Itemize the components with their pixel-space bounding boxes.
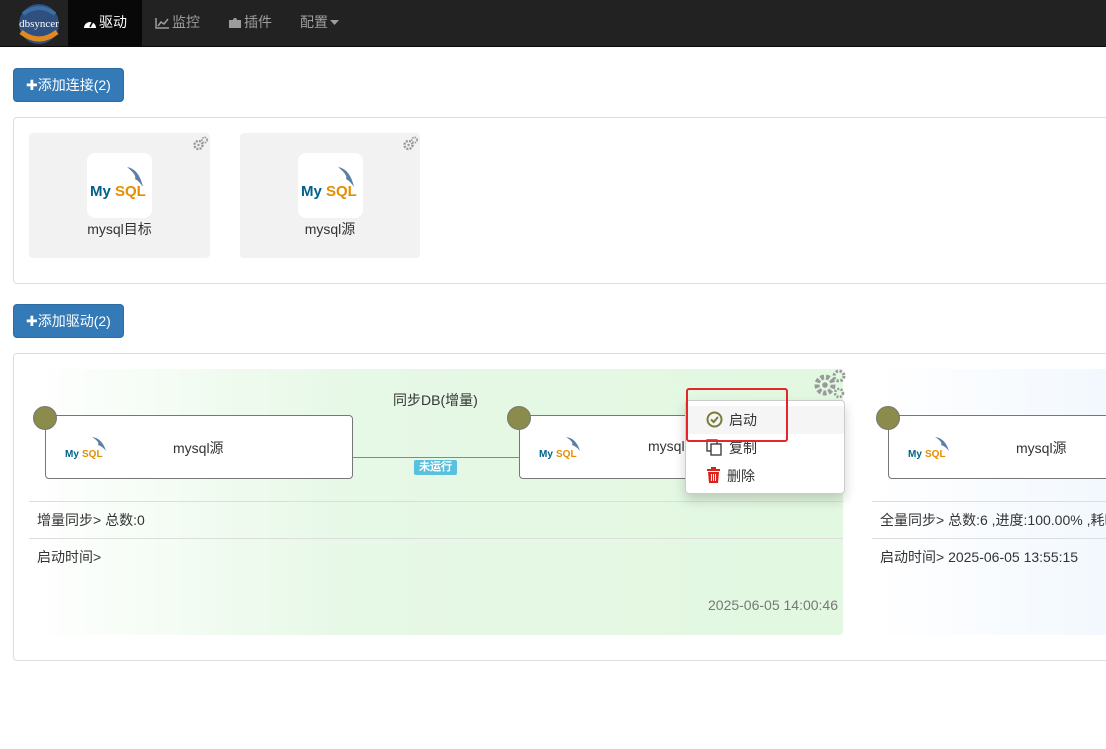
status-badge: 未运行 bbox=[414, 460, 457, 475]
menu-item-delete-label: 删除 bbox=[727, 468, 755, 484]
dashboard-icon bbox=[84, 20, 96, 28]
nav-plugins-label: 插件 bbox=[244, 14, 272, 30]
source-status-dot bbox=[33, 406, 57, 430]
mysql-logo: My SQL bbox=[539, 437, 580, 459]
connections-panel: My SQL mysql目标 My SQL mysql源 bbox=[13, 117, 1106, 284]
svg-text:My: My bbox=[65, 449, 79, 459]
target-status-dot bbox=[507, 406, 531, 430]
puzzle-icon bbox=[229, 18, 241, 28]
line-chart-icon bbox=[155, 18, 169, 29]
nav-config[interactable]: 配置 bbox=[285, 0, 356, 47]
svg-text:My: My bbox=[301, 183, 322, 200]
nav-plugins[interactable]: 插件 bbox=[213, 0, 287, 47]
gears-icon[interactable] bbox=[193, 136, 208, 151]
add-driver-button[interactable]: ✚添加驱动(2) bbox=[13, 304, 124, 338]
nav-drivers[interactable]: 驱动 bbox=[68, 0, 142, 47]
top-navbar: dbsyncer 驱动 监控 插件 配置 bbox=[0, 0, 1106, 47]
gears-icon[interactable] bbox=[403, 136, 418, 151]
start-time-row: 启动时间> bbox=[29, 538, 843, 575]
start-time-row: 启动时间> 2025-06-05 13:55:15 bbox=[872, 538, 1106, 575]
mapping-line bbox=[353, 457, 519, 458]
svg-text:SQL: SQL bbox=[925, 449, 946, 459]
source-name: mysql源 bbox=[173, 440, 224, 456]
nav-monitor-label: 监控 bbox=[172, 14, 200, 30]
svg-text:SQL: SQL bbox=[556, 449, 577, 459]
gears-icon[interactable] bbox=[813, 369, 847, 401]
svg-text:My: My bbox=[90, 183, 111, 200]
connection-name: mysql源 bbox=[304, 221, 356, 237]
svg-text:My: My bbox=[908, 449, 922, 459]
mysql-logo: My SQL bbox=[908, 437, 949, 459]
dbsyncer-logo[interactable]: dbsyncer bbox=[13, 2, 65, 46]
source-name: mysql源 bbox=[1016, 440, 1067, 456]
mysql-logo: My SQL bbox=[87, 153, 152, 218]
menu-item-copy-label: 复制 bbox=[729, 440, 757, 456]
target-name: mysql bbox=[648, 438, 685, 454]
plus-icon: ✚ bbox=[26, 77, 38, 93]
mapping-label: 同步DB(增量) bbox=[393, 392, 478, 408]
source-node: My SQL mysql源 bbox=[888, 415, 1106, 479]
svg-text:SQL: SQL bbox=[115, 183, 146, 200]
svg-text:dbsyncer: dbsyncer bbox=[19, 18, 59, 30]
nav-monitor[interactable]: 监控 bbox=[140, 0, 215, 47]
connection-name: mysql目标 bbox=[87, 221, 152, 237]
nav-drivers-label: 驱动 bbox=[99, 14, 127, 30]
driver-card[interactable]: My SQL mysql源 全量同步> 总数:6 ,进度:100.00% ,耗时 … bbox=[872, 369, 1106, 635]
connection-card-source[interactable]: My SQL mysql源 bbox=[240, 133, 420, 258]
menu-item-delete[interactable]: 删除 bbox=[686, 462, 844, 490]
trash-icon bbox=[707, 467, 720, 483]
source-status-dot bbox=[876, 406, 900, 430]
svg-text:My: My bbox=[539, 449, 553, 459]
highlight-annotation bbox=[686, 388, 788, 442]
add-driver-label: 添加驱动(2) bbox=[37, 313, 111, 329]
mysql-logo: My SQL bbox=[65, 437, 106, 459]
add-connection-button[interactable]: ✚添加连接(2) bbox=[13, 68, 124, 102]
sync-info-row: 全量同步> 总数:6 ,进度:100.00% ,耗时 bbox=[872, 501, 1106, 538]
add-connection-label: 添加连接(2) bbox=[37, 77, 111, 93]
svg-text:SQL: SQL bbox=[326, 183, 357, 200]
plus-icon: ✚ bbox=[26, 313, 38, 329]
updated-time: 2025-06-05 14:00:46 bbox=[708, 597, 838, 613]
svg-text:SQL: SQL bbox=[82, 449, 103, 459]
caret-down-icon bbox=[330, 20, 339, 25]
connection-card-target[interactable]: My SQL mysql目标 bbox=[29, 133, 210, 258]
nav-config-label: 配置 bbox=[300, 14, 328, 30]
drivers-panel: My SQL mysql源 同步DB(增量) 未运行 My SQL mysql 增量… bbox=[13, 353, 1106, 661]
sync-info-row: 增量同步> 总数:0 bbox=[29, 501, 843, 538]
source-node: My SQL mysql源 bbox=[45, 415, 353, 479]
mysql-logo: My SQL bbox=[298, 153, 363, 218]
